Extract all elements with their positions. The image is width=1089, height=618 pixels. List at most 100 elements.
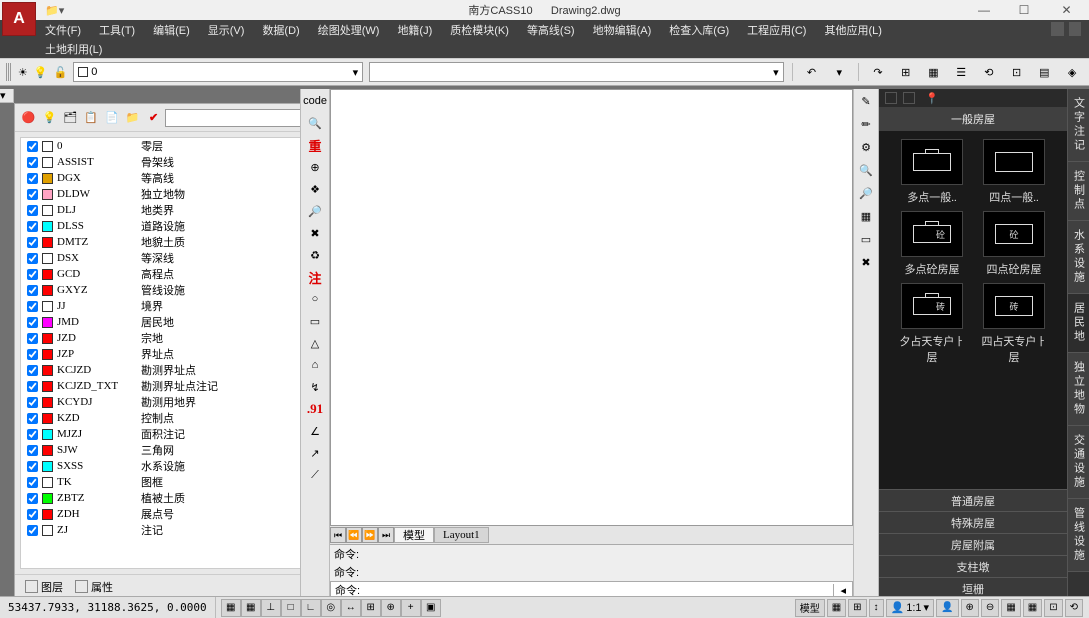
status-toggle[interactable]: ⊞ <box>361 599 381 617</box>
layer-combo[interactable]: 0 ▾ <box>73 62 363 82</box>
status-toggle[interactable]: ▣ <box>421 599 441 617</box>
undo-drop-button[interactable]: ▾ <box>828 61 850 83</box>
app-logo[interactable]: A <box>2 2 36 36</box>
layer-row[interactable]: DMTZ 地貌土质 <box>21 234 307 250</box>
menu-item[interactable]: 文件(F) <box>45 22 81 38</box>
menu-item[interactable]: 绘图处理(W) <box>318 22 380 38</box>
palette-icon-2[interactable] <box>903 92 915 104</box>
menu-item[interactable]: 数据(D) <box>262 22 299 38</box>
tb-btn-1[interactable]: ⊞ <box>895 61 917 83</box>
drawing-canvas[interactable] <box>330 89 853 526</box>
menu-item[interactable]: 土地利用(L) <box>45 41 102 57</box>
layer-row[interactable]: DLSS 道路设施 <box>21 218 307 234</box>
doc-tab-handle[interactable]: ▾ <box>0 89 14 103</box>
layer-row[interactable]: KCJZD_TXT 勘测界址点注记 <box>21 378 307 394</box>
rvbar-button[interactable]: ✖ <box>854 252 878 272</box>
layer-checkbox[interactable] <box>27 509 38 520</box>
layer-row[interactable]: ZJ 注记 <box>21 522 307 538</box>
vtoolbar-button[interactable]: ⟋ <box>303 465 327 485</box>
menu-item[interactable]: 工具(T) <box>99 22 135 38</box>
status-right-button[interactable]: 👤 <box>936 599 958 617</box>
layer-checkbox[interactable] <box>27 525 38 536</box>
palette-icon-1[interactable] <box>885 92 897 104</box>
layer-checkbox[interactable] <box>27 189 38 200</box>
side-tab[interactable]: 水系设施 <box>1068 221 1089 294</box>
layer-checkbox[interactable] <box>27 221 38 232</box>
layer-row[interactable]: KCJZD 勘测界址点 <box>21 362 307 378</box>
side-tab[interactable]: 管线设施 <box>1068 499 1089 572</box>
layer-checkbox[interactable] <box>27 365 38 376</box>
layer-search-input[interactable] <box>165 109 309 127</box>
layer-row[interactable]: GCD 高程点 <box>21 266 307 282</box>
status-scale[interactable]: 👤 1:1 ▾ <box>886 599 935 617</box>
open-dropdown[interactable]: 📁▾ <box>45 4 64 17</box>
vtoolbar-button[interactable]: ∠ <box>303 421 327 441</box>
close-button[interactable]: ✕ <box>1044 0 1089 20</box>
rvbar-button[interactable]: 🔎 <box>854 183 878 203</box>
tab-layout1[interactable]: Layout1 <box>434 527 489 543</box>
menu-item[interactable]: 等高线(S) <box>527 22 575 38</box>
layer-row[interactable]: KCYDJ 勘测用地界 <box>21 394 307 410</box>
layer-checkbox[interactable] <box>27 317 38 328</box>
lt-btn-3[interactable]: 📋 <box>82 108 101 128</box>
layer-checkbox[interactable] <box>27 397 38 408</box>
status-right-button[interactable]: ⊕ <box>961 599 979 617</box>
layer-row[interactable]: SJW 三角网 <box>21 442 307 458</box>
layer-checkbox[interactable] <box>27 237 38 248</box>
tb-btn-5[interactable]: ⊡ <box>1006 61 1028 83</box>
layer-checkbox[interactable] <box>27 333 38 344</box>
pin-icon[interactable]: 📍 <box>925 92 939 105</box>
vtoolbar-button[interactable]: ⌂ <box>303 355 327 375</box>
tb-btn-7[interactable]: ◈ <box>1061 61 1083 83</box>
layer-checkbox[interactable] <box>27 413 38 424</box>
layer-row[interactable]: DLDW 独立地物 <box>21 186 307 202</box>
model-nav-button[interactable]: ⏭ <box>378 527 394 543</box>
rvbar-button[interactable]: ✎ <box>854 91 878 111</box>
layer-row[interactable]: DGX 等高线 <box>21 170 307 186</box>
vtoolbar-button[interactable]: △ <box>303 333 327 353</box>
layer-row[interactable]: JMD 居民地 <box>21 314 307 330</box>
menu-item[interactable]: 编辑(E) <box>153 22 190 38</box>
vtoolbar-button[interactable]: 注 <box>303 267 327 287</box>
status-right-button[interactable]: ⊞ <box>848 599 866 617</box>
tb-btn-4[interactable]: ⟲ <box>978 61 1000 83</box>
vtoolbar-button[interactable]: ⊕ <box>303 157 327 177</box>
layer-row[interactable]: TK 图框 <box>21 474 307 490</box>
layer-checkbox[interactable] <box>27 349 38 360</box>
layer-row[interactable]: DLJ 地类界 <box>21 202 307 218</box>
tb-btn-6[interactable]: ▤ <box>1034 61 1056 83</box>
minimize-button[interactable]: — <box>964 0 1004 20</box>
side-tab[interactable]: 交通设施 <box>1068 426 1089 499</box>
lt-btn-1[interactable]: 💡 <box>40 108 59 128</box>
rvbar-button[interactable]: ▭ <box>854 229 878 249</box>
layer-checkbox[interactable] <box>27 269 38 280</box>
menu-item[interactable]: 工程应用(C) <box>747 22 806 38</box>
status-right-button[interactable]: ⊖ <box>981 599 999 617</box>
status-toggle[interactable]: ▦ <box>221 599 241 617</box>
status-right-button[interactable]: ↕ <box>869 599 884 617</box>
palette-section[interactable]: 支柱墩 <box>879 555 1067 577</box>
model-nav-button[interactable]: ⏪ <box>346 527 362 543</box>
vtoolbar-button[interactable]: 🔍 <box>303 113 327 133</box>
rvbar-button[interactable]: 🔍 <box>854 160 878 180</box>
status-toggle[interactable]: ∟ <box>301 599 321 617</box>
redo-button[interactable]: ↷ <box>867 61 889 83</box>
vtoolbar-button[interactable]: ✖ <box>303 223 327 243</box>
palette-section[interactable]: 特殊房屋 <box>879 511 1067 533</box>
layer-row[interactable]: JZP 界址点 <box>21 346 307 362</box>
layer-checkbox[interactable] <box>27 173 38 184</box>
vtoolbar-button[interactable]: ♻ <box>303 245 327 265</box>
maximize-button[interactable]: ☐ <box>1004 0 1044 20</box>
layer-row[interactable]: SXSS 水系设施 <box>21 458 307 474</box>
layer-row[interactable]: ZBTZ 植被土质 <box>21 490 307 506</box>
rvbar-button[interactable]: ⚙ <box>854 137 878 157</box>
vtoolbar-button[interactable]: 重 <box>303 135 327 155</box>
layer-checkbox[interactable] <box>27 461 38 472</box>
menu-item[interactable]: 检查入库(G) <box>669 22 729 38</box>
tb-btn-3[interactable]: ☰ <box>950 61 972 83</box>
status-right-button[interactable]: ▦ <box>1001 599 1020 617</box>
toolbar-grip[interactable] <box>6 63 12 81</box>
layer-list[interactable]: 0 零层 ASSIST 骨架线 DGX 等高线 DLDW 独立地物 DLJ 地类… <box>20 137 308 569</box>
mdi-close-button[interactable] <box>1069 22 1082 36</box>
status-toggle[interactable]: + <box>401 599 421 617</box>
